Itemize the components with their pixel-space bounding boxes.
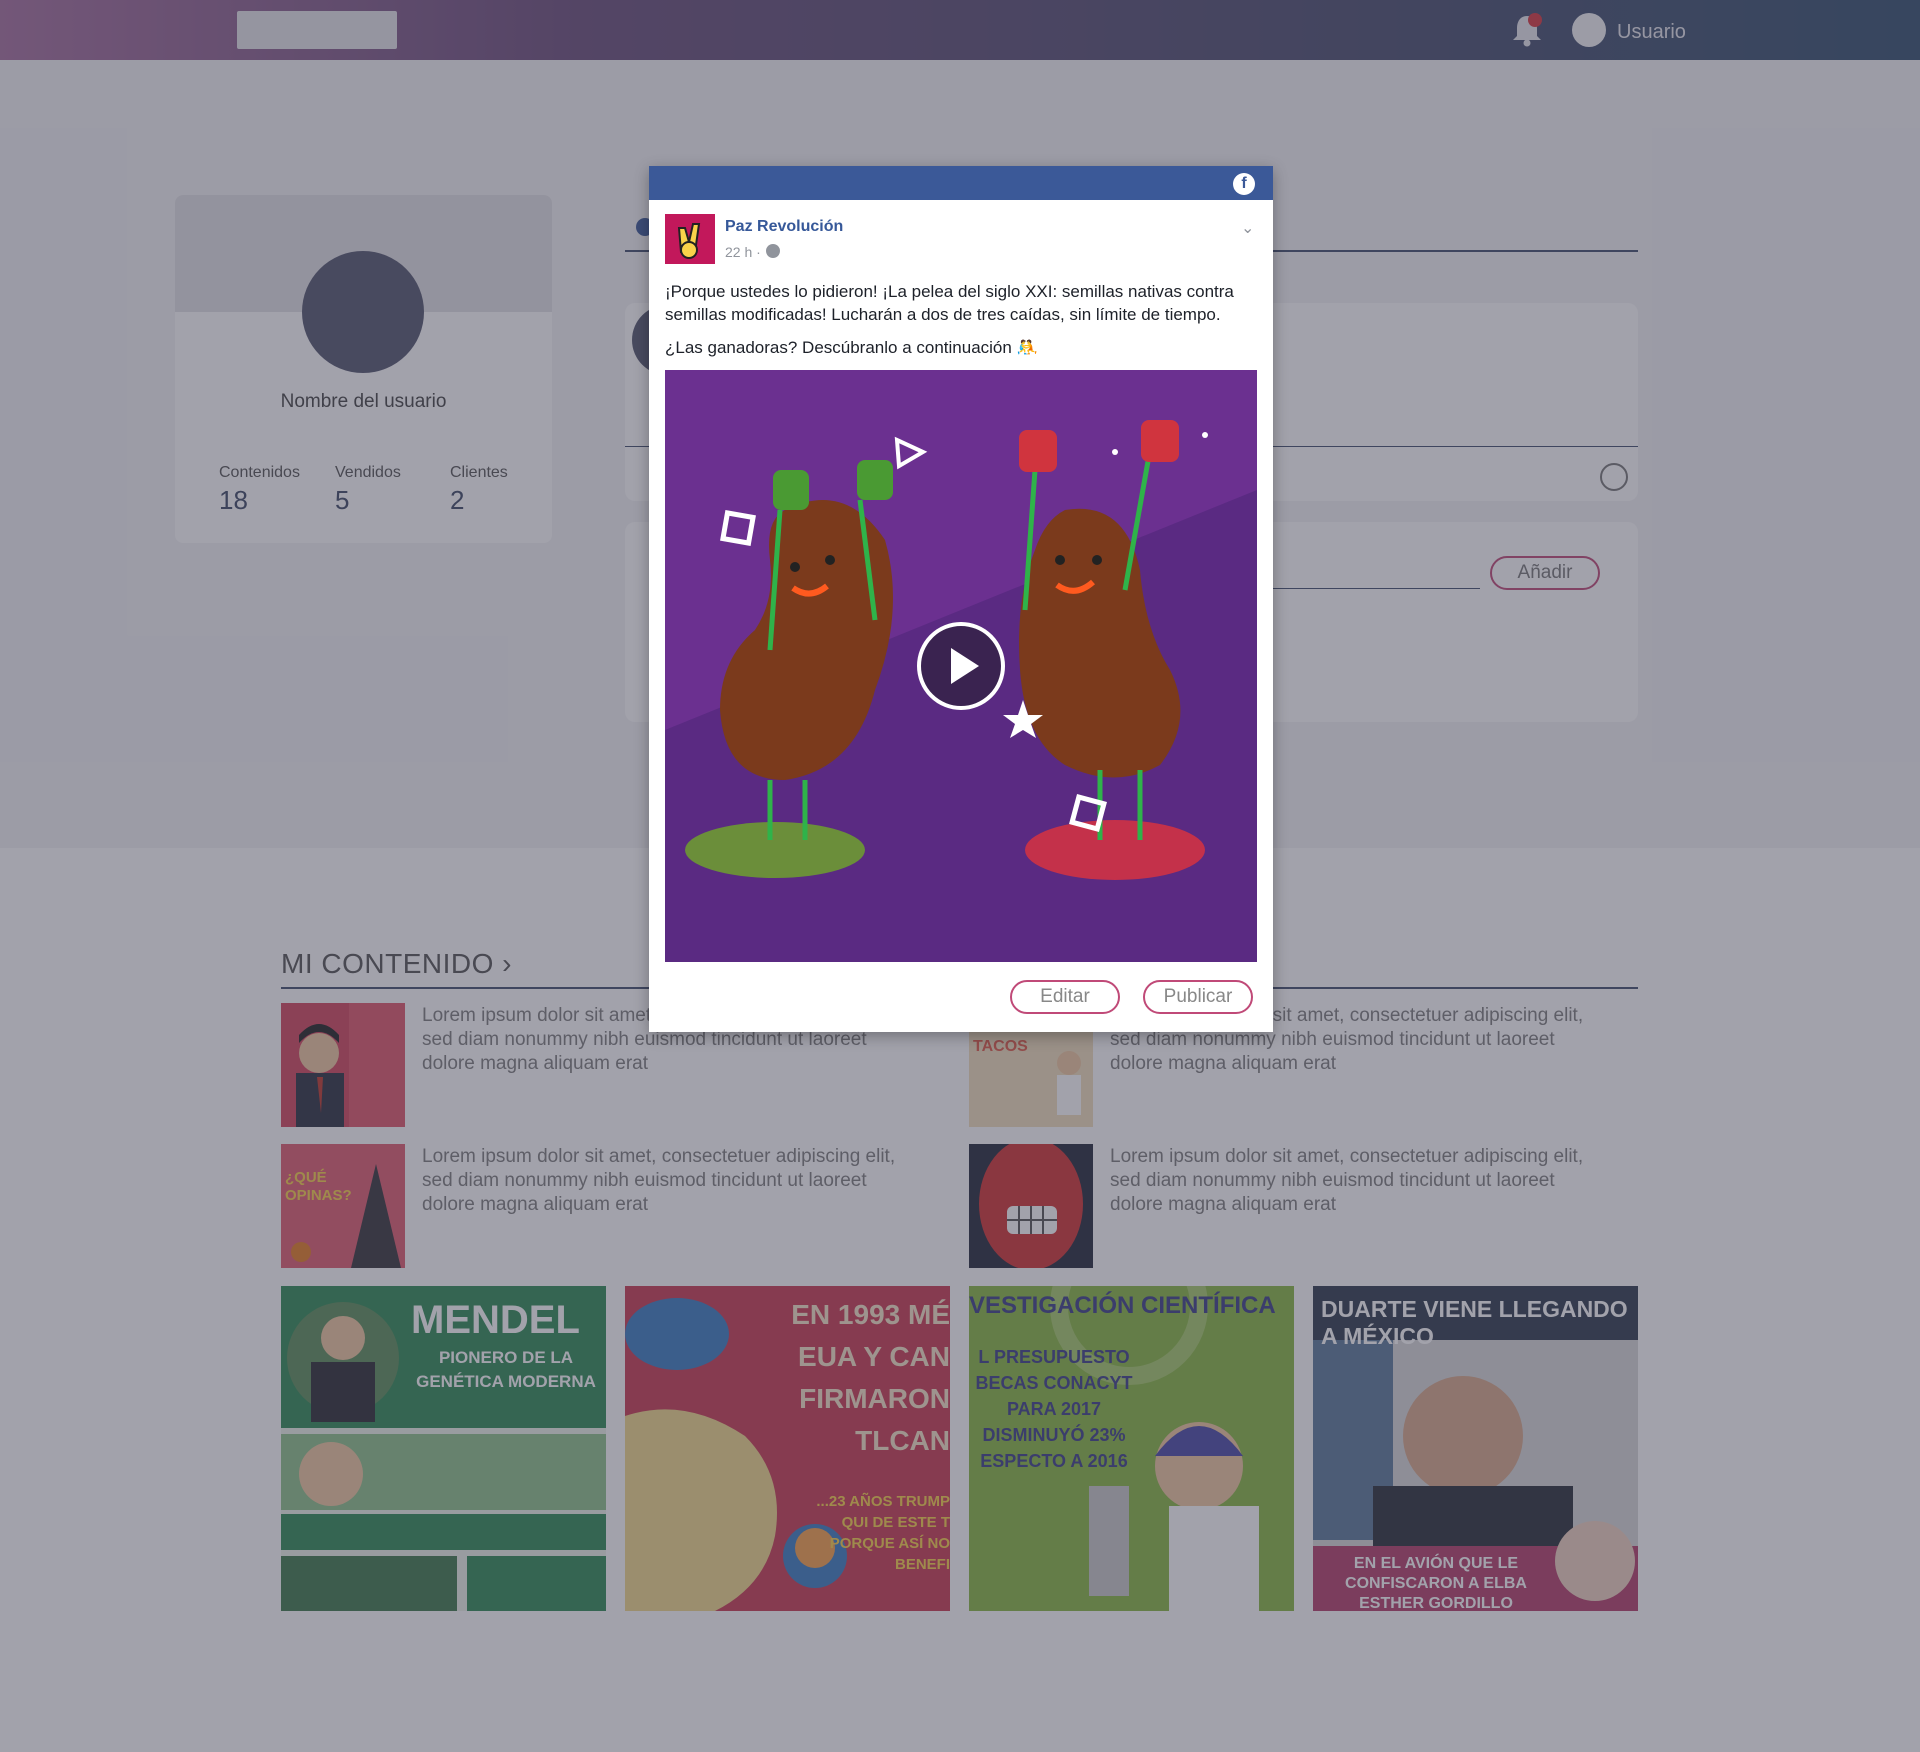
publish-button[interactable]: Publicar: [1143, 980, 1253, 1014]
modal-header: [649, 166, 1273, 200]
facebook-icon: f: [1233, 173, 1255, 195]
page-avatar-peace-icon[interactable]: [665, 214, 715, 264]
page-name-link[interactable]: Paz Revolución: [725, 218, 843, 236]
globe-icon: [766, 244, 780, 258]
post-text: ¡Porque ustedes lo pidieron! ¡La pelea d…: [665, 282, 1234, 324]
edit-button[interactable]: Editar: [1010, 980, 1120, 1014]
post-text-secondary: ¿Las ganadoras? Descúbranlo a continuaci…: [665, 338, 1038, 357]
post-timestamp[interactable]: 22 h ·: [725, 244, 761, 260]
chevron-down-icon[interactable]: ⌄: [1241, 218, 1254, 238]
play-button-icon[interactable]: [917, 622, 1005, 710]
video-player[interactable]: [665, 370, 1257, 962]
facebook-post-preview-modal: f Paz Revolución 22 h · ⌄ ¡Porque ustede…: [649, 166, 1273, 1032]
